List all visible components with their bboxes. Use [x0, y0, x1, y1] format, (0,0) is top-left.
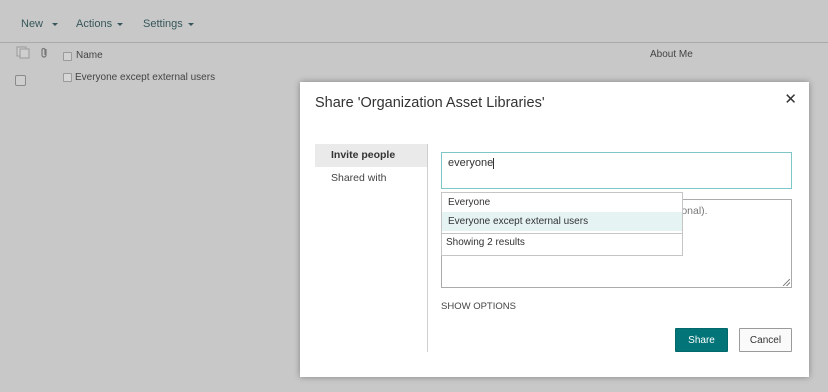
suggestion-dropdown: Everyone Everyone except external users …: [441, 192, 683, 256]
row-name[interactable]: Everyone except external users: [75, 72, 215, 83]
nav-item-shared-with[interactable]: Shared with: [315, 167, 427, 190]
show-options-link[interactable]: SHOW OPTIONS: [441, 301, 516, 312]
new-menu[interactable]: New: [21, 18, 59, 30]
suggestion-everyone[interactable]: Everyone: [442, 193, 682, 212]
actions-menu[interactable]: Actions: [76, 18, 124, 30]
row-checkbox[interactable]: [15, 75, 26, 86]
column-about-me-header[interactable]: About Me: [650, 49, 693, 60]
close-icon[interactable]: ✕: [784, 90, 797, 108]
chevron-down-icon: [187, 22, 194, 26]
invite-people-input[interactable]: everyone: [441, 152, 792, 189]
chevron-down-icon: [52, 22, 59, 26]
settings-menu[interactable]: Settings: [143, 18, 194, 30]
message-placeholder: ional).: [679, 205, 708, 217]
attachment-icon: [41, 47, 47, 58]
dialog-nav: Invite people Shared with: [315, 144, 428, 352]
nav-item-invite-people[interactable]: Invite people: [315, 144, 427, 167]
share-dialog: Share 'Organization Asset Libraries' ✕ I…: [300, 82, 809, 377]
resize-grip-icon[interactable]: [783, 279, 790, 286]
column-name-header[interactable]: Name: [76, 50, 103, 61]
actions-label: Actions: [76, 18, 113, 30]
dialog-title: Share 'Organization Asset Libraries': [315, 95, 545, 111]
suggestion-everyone-except-external[interactable]: Everyone except external users: [442, 212, 682, 231]
invite-input-value: everyone: [448, 157, 494, 169]
share-button[interactable]: Share: [675, 328, 728, 352]
list-header: Name About Me: [0, 46, 828, 69]
file-icon[interactable]: [16, 46, 30, 59]
row-item-checkbox[interactable]: [63, 73, 72, 82]
new-label: New: [21, 18, 44, 30]
chevron-down-icon: [117, 22, 124, 26]
text-caret: [493, 157, 495, 169]
toolbar: New Actions Settings: [0, 0, 828, 43]
settings-label: Settings: [143, 18, 183, 30]
cancel-button[interactable]: Cancel: [739, 328, 792, 352]
suggestion-count: Showing 2 results: [446, 237, 525, 248]
select-all-checkbox[interactable]: [63, 52, 72, 61]
